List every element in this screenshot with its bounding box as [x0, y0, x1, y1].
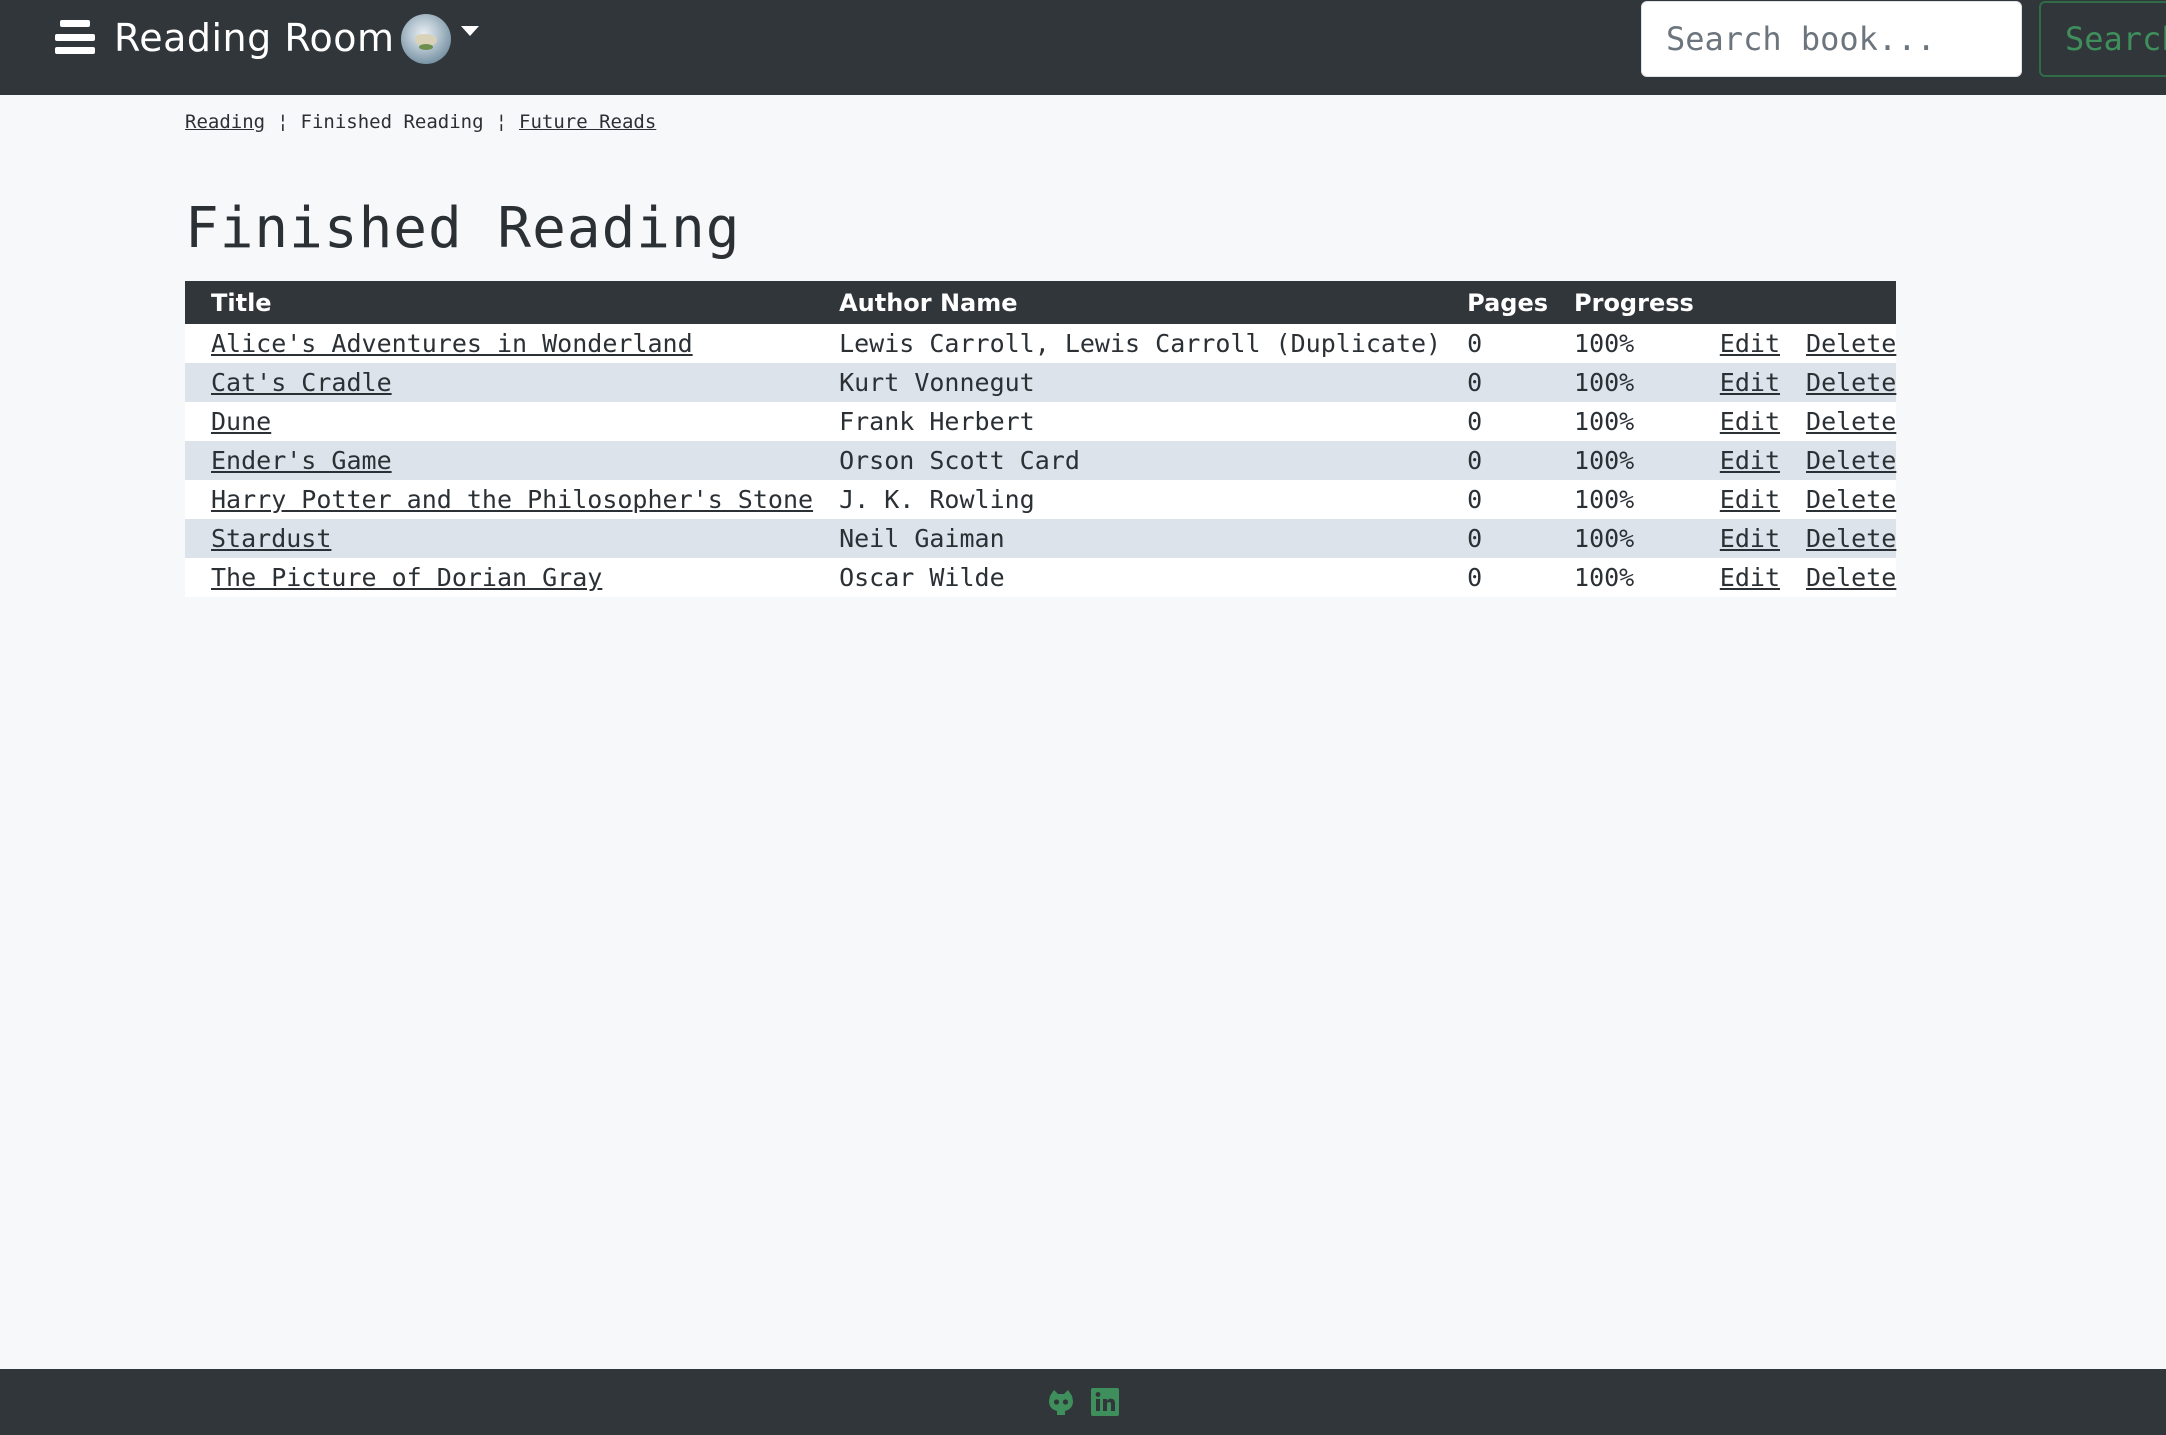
delete-link[interactable]: Delete [1806, 407, 1896, 436]
breadcrumb-reading-link[interactable]: Reading [185, 111, 265, 133]
avatar [401, 14, 451, 64]
edit-link[interactable]: Edit [1720, 368, 1780, 397]
book-author: Orson Scott Card [813, 441, 1442, 480]
table-header-row: Title Author Name Pages Progress [185, 281, 1897, 324]
edit-link[interactable]: Edit [1720, 524, 1780, 553]
book-progress: 100% [1548, 363, 1694, 402]
header-edit [1693, 281, 1781, 324]
delete-link[interactable]: Delete [1806, 485, 1896, 514]
breadcrumb: Reading ¦ Finished Reading ¦ Future Read… [185, 111, 656, 133]
book-title-link[interactable]: Cat's Cradle [211, 368, 392, 397]
book-title-link[interactable]: Ender's Game [211, 446, 392, 475]
book-progress: 100% [1548, 441, 1694, 480]
breadcrumb-future-reads-link[interactable]: Future Reads [519, 111, 656, 133]
book-title-link[interactable]: Harry Potter and the Philosopher's Stone [211, 485, 813, 514]
edit-link[interactable]: Edit [1720, 407, 1780, 436]
breadcrumb-separator: ¦ [277, 111, 289, 133]
delete-link[interactable]: Delete [1806, 329, 1896, 358]
book-title-link[interactable]: The Picture of Dorian Gray [211, 563, 602, 592]
book-author: Kurt Vonnegut [813, 363, 1442, 402]
breadcrumb-current: Finished Reading [300, 111, 484, 133]
table-row: Cat's Cradle Kurt Vonnegut 0 100% Edit D… [185, 363, 1897, 402]
table-row: The Picture of Dorian Gray Oscar Wilde 0… [185, 558, 1897, 597]
book-author: Neil Gaiman [813, 519, 1442, 558]
book-pages: 0 [1441, 519, 1549, 558]
header-delete [1780, 281, 1897, 324]
delete-link[interactable]: Delete [1806, 524, 1896, 553]
book-pages: 0 [1441, 324, 1549, 363]
edit-link[interactable]: Edit [1720, 563, 1780, 592]
page-title: Finished Reading [185, 196, 741, 261]
caret-down-icon [461, 26, 479, 36]
book-progress: 100% [1548, 519, 1694, 558]
header-title: Title [185, 281, 814, 324]
header-pages: Pages [1441, 281, 1549, 324]
book-progress: 100% [1548, 402, 1694, 441]
book-pages: 0 [1441, 441, 1549, 480]
book-pages: 0 [1441, 402, 1549, 441]
footer [0, 1369, 2166, 1435]
book-pages: 0 [1441, 363, 1549, 402]
table-row: Alice's Adventures in Wonderland Lewis C… [185, 324, 1897, 363]
table-row: Harry Potter and the Philosopher's Stone… [185, 480, 1897, 519]
edit-link[interactable]: Edit [1720, 485, 1780, 514]
table-row: Ender's Game Orson Scott Card 0 100% Edi… [185, 441, 1897, 480]
edit-link[interactable]: Edit [1720, 446, 1780, 475]
table-row: Stardust Neil Gaiman 0 100% Edit Delete [185, 519, 1897, 558]
book-title-link[interactable]: Dune [211, 407, 271, 436]
search-button[interactable]: Search [2039, 1, 2166, 77]
book-progress: 100% [1548, 324, 1694, 363]
book-pages: 0 [1441, 480, 1549, 519]
book-pages: 0 [1441, 558, 1549, 597]
book-author: Oscar Wilde [813, 558, 1442, 597]
github-icon[interactable] [1046, 1387, 1076, 1417]
table-row: Dune Frank Herbert 0 100% Edit Delete [185, 402, 1897, 441]
book-author: Frank Herbert [813, 402, 1442, 441]
header-author: Author Name [813, 281, 1442, 324]
book-title-link[interactable]: Stardust [211, 524, 331, 553]
books-table: Title Author Name Pages Progress Alice's… [185, 281, 1897, 597]
breadcrumb-separator: ¦ [495, 111, 508, 133]
search-input[interactable] [1641, 1, 2022, 77]
delete-link[interactable]: Delete [1806, 446, 1896, 475]
book-progress: 100% [1548, 558, 1694, 597]
top-navbar: Reading Room Search [0, 0, 2166, 95]
book-author: Lewis Carroll, Lewis Carroll (Duplicate) [813, 324, 1442, 363]
delete-link[interactable]: Delete [1806, 563, 1896, 592]
menu-icon[interactable] [55, 20, 95, 54]
delete-link[interactable]: Delete [1806, 368, 1896, 397]
header-progress: Progress [1548, 281, 1694, 324]
book-author: J. K. Rowling [813, 480, 1442, 519]
book-title-link[interactable]: Alice's Adventures in Wonderland [211, 329, 693, 358]
app-brand[interactable]: Reading Room [114, 16, 395, 60]
user-menu-toggle[interactable] [401, 14, 481, 64]
book-progress: 100% [1548, 480, 1694, 519]
linkedin-icon[interactable] [1090, 1387, 1120, 1417]
edit-link[interactable]: Edit [1720, 329, 1780, 358]
